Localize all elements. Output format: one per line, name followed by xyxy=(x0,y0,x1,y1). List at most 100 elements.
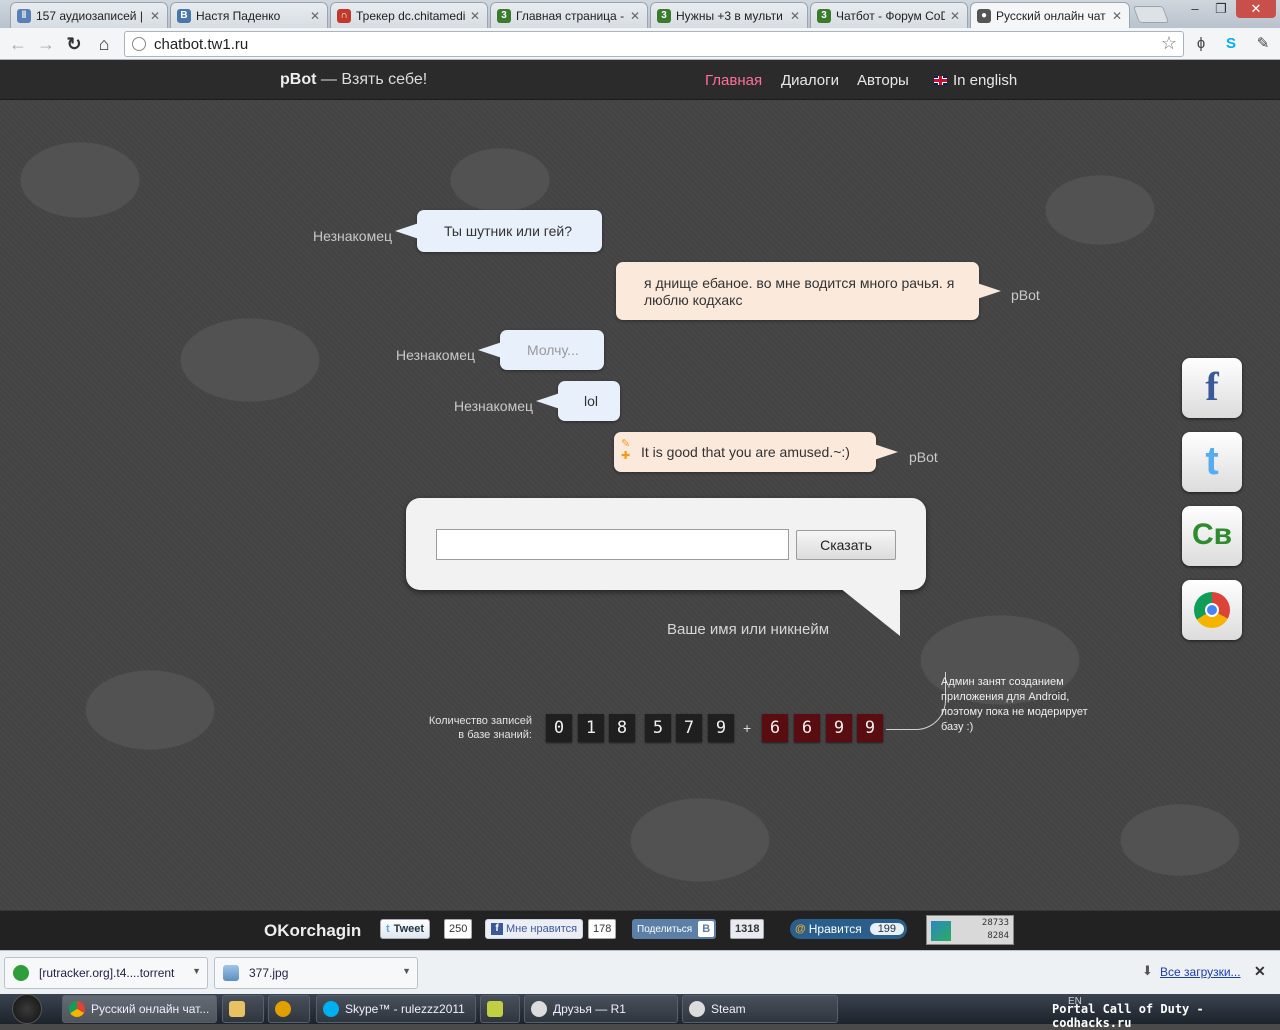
close-icon[interactable]: ✕ xyxy=(1111,9,1123,23)
mail-at-icon: @ xyxy=(795,923,806,935)
mail-like-button[interactable]: @ Нравится 199 xyxy=(790,919,908,939)
pending-digit: 9 xyxy=(826,714,852,742)
cb-button[interactable]: Cв xyxy=(1182,506,1242,566)
note-connector xyxy=(886,672,946,730)
cb-icon: Cв xyxy=(1191,518,1233,551)
counter-digit: 1 xyxy=(578,714,604,742)
mail-like-label: Нравится xyxy=(808,922,862,936)
task-label: Русский онлайн чат... xyxy=(91,1002,210,1016)
taskbar-steam[interactable]: Steam xyxy=(682,995,838,1023)
skype-icon xyxy=(323,1001,339,1017)
counter-digit: 8 xyxy=(609,714,635,742)
message-text: Ты шутник или гей? xyxy=(444,223,572,239)
chat-message: Ты шутник или гей? xyxy=(395,210,602,252)
chat-message: Молчу... xyxy=(478,330,604,370)
taskbar-steam-friends[interactable]: Друзья — R1 xyxy=(524,995,678,1023)
new-tab-button[interactable] xyxy=(1132,6,1170,23)
nav-dialogs[interactable]: Диалоги xyxy=(781,72,839,89)
download-item[interactable]: [rutracker.org].t4....torrent ▼ xyxy=(4,957,208,989)
facebook-button[interactable]: f xyxy=(1182,358,1242,418)
close-icon[interactable]: ✕ xyxy=(789,9,801,23)
extension-icon[interactable]: ɸ xyxy=(1190,33,1212,55)
forward-icon[interactable]: → xyxy=(34,32,58,56)
globe-icon xyxy=(132,37,146,51)
taskbar-skype[interactable]: Skype™ - rulezzz2011 xyxy=(316,995,476,1023)
nav-authors[interactable]: Авторы xyxy=(857,72,909,89)
skype-icon[interactable]: S xyxy=(1220,33,1242,55)
browser-tab-4[interactable]: 3 Главная страница - ✕ xyxy=(490,2,648,28)
nav-home[interactable]: Главная xyxy=(705,72,762,89)
start-button[interactable] xyxy=(12,994,42,1024)
browser-tab-3[interactable]: ∩ Трекер dc.chitamedi ✕ xyxy=(330,2,488,28)
pause-icon: ‖ xyxy=(17,8,31,23)
fb-like-label: Мне нравится xyxy=(506,923,578,935)
taskbar-explorer[interactable] xyxy=(222,995,264,1023)
address-bar[interactable]: chatbot.tw1.ru ☆ xyxy=(124,31,1184,57)
forum-icon: 3 xyxy=(817,8,831,23)
twitter-button[interactable]: t xyxy=(1182,432,1242,492)
minimize-icon[interactable]: – xyxy=(1182,0,1208,18)
browser-tab-1[interactable]: ‖ 157 аудиозаписей | ✕ xyxy=(10,2,168,28)
chat-message: я днище ебаное. во мне водится много рач… xyxy=(616,262,1001,320)
chatbot-page: pBot — Взять себе! Главная Диалоги Автор… xyxy=(0,60,1280,910)
tab-title: 157 аудиозаписей | xyxy=(36,8,143,23)
tab-title: Главная страница - xyxy=(516,8,625,23)
message-input[interactable] xyxy=(436,529,789,560)
browser-tab-6[interactable]: 3 Чатбот - Форум CoD ✕ xyxy=(810,2,968,28)
nickname-field[interactable]: Ваше имя или никнейм xyxy=(667,621,829,638)
taskbar-butterfly[interactable] xyxy=(480,995,520,1023)
pending-digit: 6 xyxy=(762,714,788,742)
counter-digit: 5 xyxy=(645,714,671,742)
download-filename: [rutracker.org].t4....torrent xyxy=(39,966,175,980)
download-filename: 377.jpg xyxy=(249,966,289,980)
close-icon[interactable]: ✕ xyxy=(309,9,321,23)
taskbar-chrome[interactable]: Русский онлайн чат... xyxy=(62,995,217,1023)
steam-icon xyxy=(531,1001,547,1017)
window-close-icon[interactable]: ✕ xyxy=(1236,0,1276,18)
tweet-button[interactable]: t Tweet xyxy=(380,919,431,939)
chevron-down-icon[interactable]: ▼ xyxy=(192,966,201,976)
steam-icon xyxy=(689,1001,705,1017)
chrome-button[interactable] xyxy=(1182,580,1242,640)
tab-title: Настя Паденко xyxy=(196,8,281,23)
chrome-icon xyxy=(69,1001,85,1017)
reload-icon[interactable]: ↻ xyxy=(62,32,86,56)
browser-tab-2[interactable]: B Настя Паденко ✕ xyxy=(170,2,328,28)
message-text: It is good that you are amused.~:) xyxy=(641,444,850,460)
chevron-down-icon[interactable]: ▼ xyxy=(402,966,411,976)
close-icon[interactable]: ✕ xyxy=(1254,963,1266,980)
site-footer: OKorchagin t Tweet 250 f Мне нравится 178 … xyxy=(0,910,1280,950)
image-file-icon xyxy=(223,965,239,981)
back-icon[interactable]: ← xyxy=(6,32,30,56)
download-item[interactable]: 377.jpg ▼ xyxy=(214,957,418,989)
say-button[interactable]: Сказать xyxy=(796,530,896,560)
close-icon[interactable]: ✕ xyxy=(629,9,641,23)
taskbar-app[interactable] xyxy=(268,995,310,1023)
home-icon[interactable]: ⌂ xyxy=(92,32,116,56)
close-icon[interactable]: ✕ xyxy=(949,9,961,23)
maximize-icon[interactable]: ❐ xyxy=(1208,0,1234,18)
wrench-icon[interactable]: ✎ xyxy=(1252,33,1274,55)
close-icon[interactable]: ✕ xyxy=(469,9,481,23)
task-label: Skype™ - rulezzz2011 xyxy=(345,1002,465,1016)
all-downloads-link[interactable]: Все загрузки... xyxy=(1160,965,1241,979)
counter-digit: 0 xyxy=(546,714,572,742)
close-icon[interactable]: ✕ xyxy=(149,9,161,23)
author-name[interactable]: OKorchagin xyxy=(264,921,361,941)
vk-share-button[interactable]: Поделиться B xyxy=(632,919,717,939)
uk-flag-icon xyxy=(934,76,947,85)
message-speaker: pBot xyxy=(909,449,938,465)
brand-name: pBot xyxy=(280,71,317,88)
browser-tab-7[interactable]: ● Русский онлайн чат ✕ xyxy=(970,2,1130,28)
fb-like-count: 178 xyxy=(588,919,617,939)
facebook-icon: f xyxy=(1205,364,1219,409)
site-brand[interactable]: pBot — Взять себе! xyxy=(280,71,427,89)
vk-icon: B xyxy=(698,921,715,937)
bookmark-star-icon[interactable]: ☆ xyxy=(1161,33,1177,54)
visit-counter[interactable]: 28733 8284 xyxy=(926,915,1014,945)
windows-taskbar: Русский онлайн чат... Skype™ - rulezzz20… xyxy=(0,994,1280,1030)
browser-tab-5[interactable]: 3 Нужны +3 в мульти ✕ xyxy=(650,2,808,28)
message-form: Сказать xyxy=(406,498,926,590)
nav-english[interactable]: In english xyxy=(934,72,1017,89)
fb-like-button[interactable]: f Мне нравится xyxy=(485,919,584,939)
